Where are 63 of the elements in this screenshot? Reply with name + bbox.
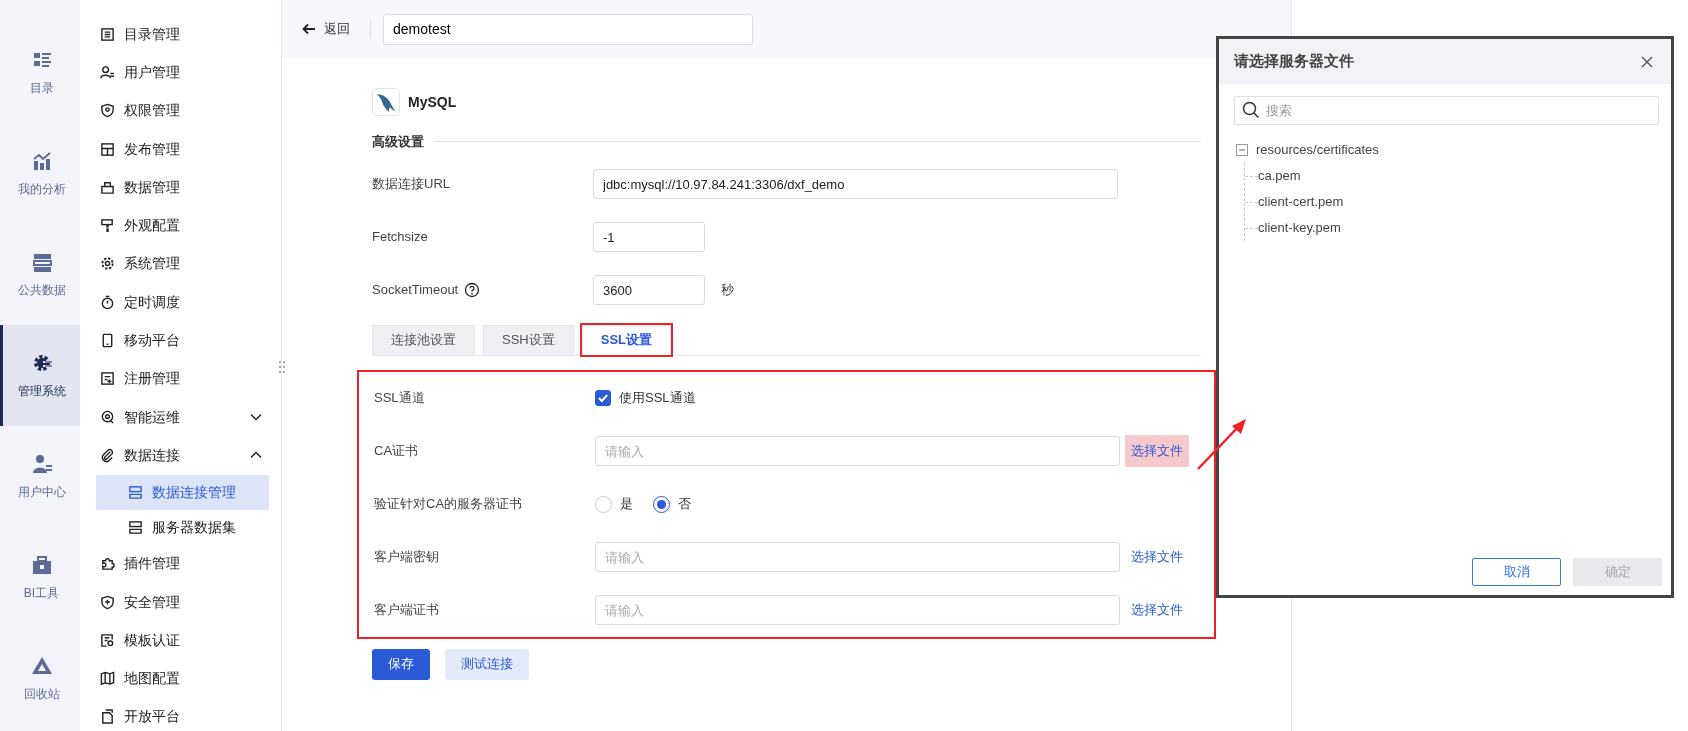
menu-item[interactable]: 定时调度 (96, 283, 269, 322)
menu-item[interactable]: 开放平台 (96, 697, 269, 731)
rail-nav-item[interactable]: 回收站 (0, 628, 80, 729)
connector-name: MySQL (408, 92, 457, 112)
checkbox-label: 使用SSL通道 (619, 389, 696, 408)
submenu-item[interactable]: 服务器数据集 (96, 509, 269, 545)
save-button[interactable]: 保存 (372, 648, 430, 680)
input-field[interactable]: jdbc:mysql://10.97.84.241:3306/dxf_demo (593, 169, 1118, 199)
radio-label: 否 (678, 495, 691, 514)
search-field[interactable]: 搜索 (1234, 96, 1659, 125)
choose-file-link[interactable]: 选择文件 (1125, 435, 1189, 467)
tab[interactable]: 连接池设置 (372, 324, 475, 355)
field-label: SSL通道 (374, 389, 426, 408)
tree-file[interactable]: client-cert.pem (1258, 192, 1344, 212)
tab[interactable]: SSL设置 (581, 324, 672, 355)
menu-item[interactable]: 数据连接 (96, 436, 269, 475)
radio-label: 是 (620, 495, 633, 514)
input-field[interactable]: 请输入 (595, 542, 1120, 572)
menu-item[interactable]: 数据管理 (96, 168, 269, 207)
back-button[interactable]: 返回 (302, 19, 371, 39)
tree-file[interactable]: client-key.pem (1258, 218, 1341, 238)
field-label: 客户端证书 (374, 601, 440, 620)
menu-item[interactable]: 安全管理 (96, 582, 269, 622)
menu-item[interactable]: 移动平台 (96, 321, 269, 360)
rail-nav-item[interactable]: 用户中心 (0, 426, 80, 527)
menu-item[interactable]: 注册管理 (96, 359, 269, 398)
dialog-title: 请选择服务器文件 (1234, 51, 1354, 72)
menu-item[interactable]: 用户管理 (96, 53, 269, 92)
section-title: 高级设置 (372, 133, 424, 151)
rail-nav-item[interactable]: 公共数据 (0, 224, 80, 325)
input-field[interactable]: -1 (593, 222, 705, 252)
cancel-button[interactable]: 取消 (1472, 558, 1561, 586)
tree-folder[interactable]: resources/certificates (1256, 140, 1379, 160)
name-field[interactable]: demotest (383, 13, 753, 45)
menu-item[interactable]: 地图配置 (96, 659, 269, 698)
menu-item[interactable]: 外观配置 (96, 206, 269, 245)
menu-item[interactable]: 目录管理 (96, 15, 269, 54)
menu-item[interactable]: 权限管理 (96, 91, 269, 130)
choose-file-link[interactable]: 选择文件 (1125, 541, 1189, 573)
rail-nav-item[interactable]: 管理系统 (0, 325, 80, 426)
rail-nav-item[interactable]: 我的分析 (0, 123, 80, 224)
menu-item[interactable]: 发布管理 (96, 129, 269, 169)
test-button[interactable]: 测试连接 (445, 648, 529, 680)
field-label: SocketTimeout (372, 281, 459, 300)
field-label: 客户端密钥 (374, 548, 440, 567)
tree-file[interactable]: ca.pem (1258, 166, 1301, 186)
tab[interactable]: SSH设置 (483, 324, 574, 355)
field-label: Fetchsize (372, 228, 428, 247)
unit-label: 秒 (721, 281, 734, 300)
submenu-item[interactable]: 数据连接管理 (96, 474, 269, 510)
menu-item[interactable]: 插件管理 (96, 544, 269, 583)
input-field[interactable]: 请输入 (595, 436, 1120, 466)
menu-item[interactable]: 模板认证 (96, 621, 269, 660)
rail-nav-item[interactable]: 目录 (0, 22, 80, 123)
menu-item[interactable]: 智能运维 (96, 397, 269, 437)
choose-file-link[interactable]: 选择文件 (1125, 594, 1189, 626)
field-label: 数据连接URL (372, 175, 450, 194)
input-field[interactable]: 3600 (593, 275, 705, 305)
field-label: CA证书 (374, 442, 420, 461)
input-field[interactable]: 请输入 (595, 595, 1120, 625)
menu-item[interactable]: 系统管理 (96, 244, 269, 284)
field-label: 验证针对CA的服务器证书 (374, 495, 524, 514)
rail-nav-item[interactable]: BI工具 (0, 527, 80, 628)
